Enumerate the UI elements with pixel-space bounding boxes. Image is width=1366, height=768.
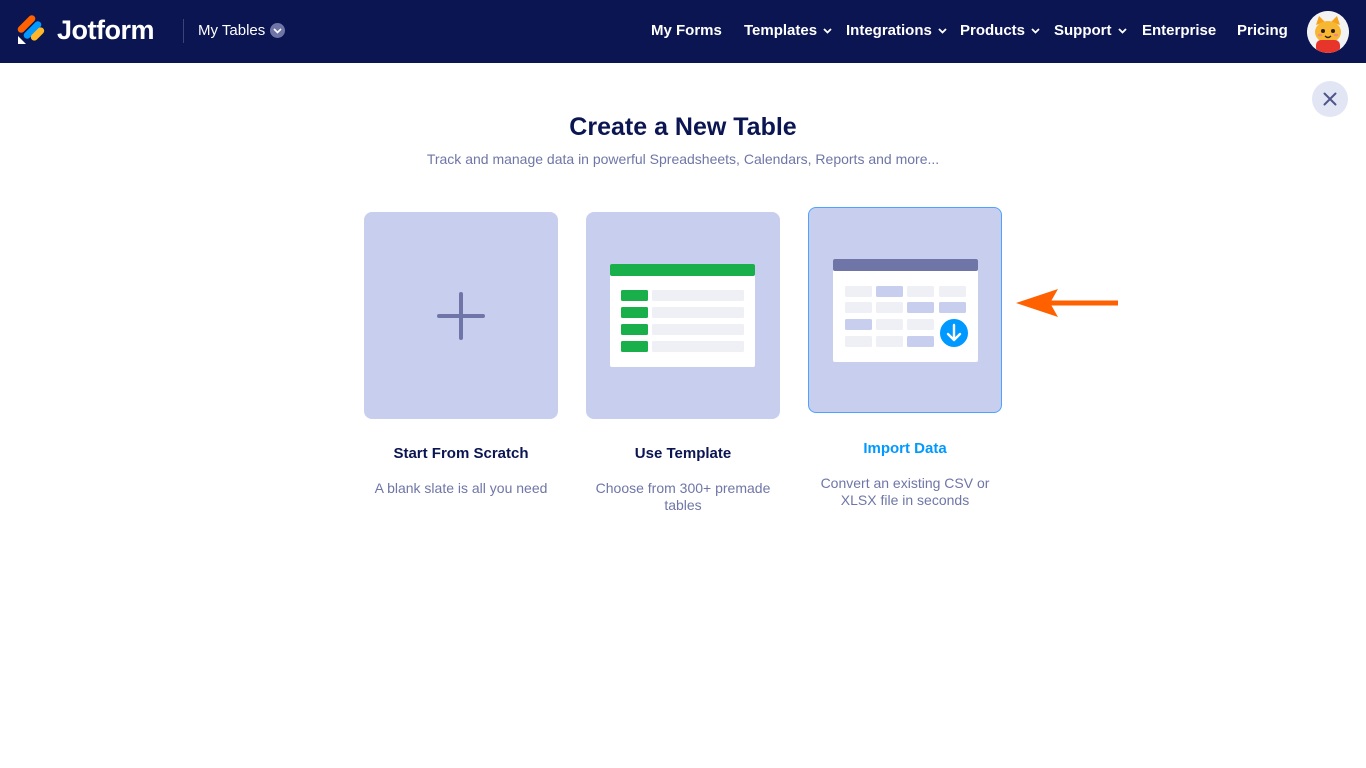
start-from-scratch-title[interactable]: Start From Scratch: [351, 445, 571, 462]
top-navigation-bar: Jotform My Tables My Forms Templates Int…: [0, 0, 1366, 63]
my-tables-label: My Tables: [198, 22, 266, 39]
brand-name: Jotform: [57, 14, 155, 45]
header-divider: [183, 19, 184, 43]
start-from-scratch-description: A blank slate is all you need: [374, 480, 548, 496]
nav-my-forms[interactable]: My Forms: [651, 22, 722, 39]
use-template-title[interactable]: Use Template: [573, 445, 793, 462]
close-button[interactable]: [1312, 81, 1348, 117]
nav-label: My Forms: [651, 22, 722, 39]
close-icon: [1323, 92, 1337, 106]
nav-support[interactable]: Support: [1054, 22, 1127, 39]
import-data-card[interactable]: [808, 207, 1002, 413]
import-data-title[interactable]: Import Data: [795, 440, 1015, 457]
use-template-card[interactable]: [586, 212, 780, 419]
user-avatar[interactable]: [1307, 11, 1349, 53]
chevron-down-icon: [270, 23, 286, 38]
nav-label: Enterprise: [1142, 22, 1217, 39]
import-data-description: Convert an existing CSV or XLSX file in …: [795, 475, 1015, 509]
nav-integrations[interactable]: Integrations: [846, 22, 947, 39]
jotform-logo[interactable]: Jotform: [17, 14, 155, 45]
description-line: tables: [664, 497, 702, 513]
chevron-down-icon: [938, 27, 947, 34]
nav-enterprise[interactable]: Enterprise: [1142, 22, 1216, 39]
plus-icon: [437, 292, 485, 340]
nav-label: Support: [1054, 22, 1112, 39]
page-title: Create a New Table: [569, 113, 797, 141]
nav-label: Pricing: [1237, 22, 1288, 39]
description-line: XLSX file in seconds: [840, 492, 970, 508]
nav-products[interactable]: Products: [960, 22, 1040, 39]
chevron-down-icon: [1031, 27, 1040, 34]
page-subtitle: Track and manage data in powerful Spread…: [426, 151, 940, 167]
annotation-arrow-icon: [1016, 289, 1118, 317]
chevron-down-icon: [823, 27, 832, 34]
nav-label: Integrations: [846, 22, 932, 39]
nav-templates[interactable]: Templates: [744, 22, 832, 39]
template-table-icon: [610, 264, 755, 367]
nav-label: Templates: [744, 22, 818, 39]
description-line: Convert an existing CSV or: [820, 475, 990, 491]
jotform-logo-icon: [17, 15, 45, 45]
my-tables-dropdown[interactable]: My Tables: [198, 22, 286, 39]
cat-avatar-icon: [1307, 11, 1349, 53]
use-template-description: Choose from 300+ premade tables: [573, 480, 793, 514]
chevron-down-icon: [1117, 27, 1127, 34]
nav-label: Products: [960, 22, 1026, 39]
description-line: Choose from 300+ premade: [595, 480, 771, 496]
import-table-icon: [833, 259, 978, 362]
nav-pricing[interactable]: Pricing: [1237, 22, 1288, 39]
start-from-scratch-card[interactable]: [364, 212, 558, 419]
